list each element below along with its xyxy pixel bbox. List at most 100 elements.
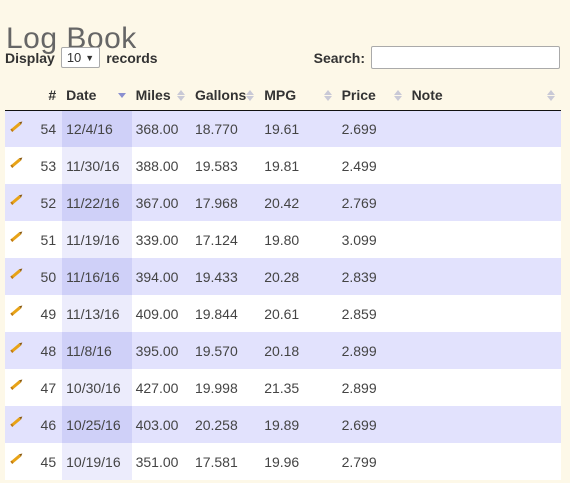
cell-price: 2.839 [337,258,408,295]
cell-price: 2.859 [337,295,408,332]
edit-cell [5,406,25,443]
display-label: Display [5,49,55,66]
column-header-date[interactable]: Date [62,81,132,111]
table-row: 52 11/22/16 367.00 17.968 20.42 2.769 [5,184,561,221]
column-header-label: Gallons [194,87,247,104]
search-input[interactable] [371,46,560,69]
column-header-gallons[interactable]: Gallons [190,81,261,111]
page-size-value: 10 [66,50,82,65]
cell-number: 54 [25,110,63,147]
cell-mpg: 19.61 [260,110,338,147]
cell-date: 11/8/16 [62,332,132,369]
pencil-icon[interactable] [9,266,25,280]
edit-cell [5,221,25,258]
cell-price: 2.799 [337,443,408,480]
sort-arrows-icon [393,90,402,101]
search-label: Search: [313,49,365,66]
cell-gallons: 17.968 [190,184,261,221]
chevron-down-icon: ▼ [85,52,95,63]
edit-cell [5,369,25,406]
column-header-note[interactable]: Note [407,81,561,111]
cell-mpg: 20.28 [260,258,338,295]
cell-date: 11/22/16 [62,184,132,221]
cell-gallons: 17.124 [190,221,261,258]
cell-mpg: 19.89 [260,406,338,443]
cell-note [407,147,561,184]
column-header-label: Date [66,87,97,104]
table-row: 47 10/30/16 427.00 19.998 21.35 2.899 [5,369,561,406]
cell-mpg: 21.35 [260,369,338,406]
cell-note [407,221,561,258]
pencil-icon[interactable] [9,377,25,391]
cell-gallons: 19.844 [190,295,261,332]
cell-miles: 395.00 [131,332,191,369]
page-size-control: Display 10 ▼ records [5,47,158,68]
table-row: 51 11/19/16 339.00 17.124 19.80 3.099 [5,221,561,258]
cell-date: 11/16/16 [62,258,132,295]
cell-miles: 403.00 [131,406,191,443]
pencil-icon[interactable] [9,414,25,428]
cell-mpg: 20.61 [260,295,338,332]
cell-mpg: 19.96 [260,443,338,480]
column-header-mpg[interactable]: MPG [260,81,338,111]
column-header-number[interactable]: # [25,81,63,111]
cell-miles: 409.00 [131,295,191,332]
cell-number: 53 [25,147,63,184]
edit-cell [5,184,25,221]
pencil-icon[interactable] [9,192,25,206]
table-row: 46 10/25/16 403.00 20.258 19.89 2.699 [5,406,561,443]
cell-number: 52 [25,184,63,221]
cell-miles: 368.00 [131,110,191,147]
pencil-icon[interactable] [9,229,25,243]
column-header-label: Price [341,87,376,104]
cell-gallons: 19.570 [190,332,261,369]
page-size-select[interactable]: 10 ▼ [60,47,101,68]
cell-date: 11/30/16 [62,147,132,184]
sort-arrows-icon [176,90,185,101]
cell-note [407,443,561,480]
column-header-miles[interactable]: Miles [131,81,191,111]
cell-number: 45 [25,443,63,480]
table-row: 48 11/8/16 395.00 19.570 20.18 2.899 [5,332,561,369]
cell-price: 2.699 [337,406,408,443]
cell-miles: 427.00 [131,369,191,406]
records-label: records [106,49,158,66]
cell-price: 2.699 [337,110,408,147]
table-row: 54 12/4/16 368.00 18.770 19.61 2.699 [5,110,561,147]
cell-mpg: 19.81 [260,147,338,184]
cell-note [407,258,561,295]
cell-date: 11/19/16 [62,221,132,258]
cell-note [407,406,561,443]
table-body: 54 12/4/16 368.00 18.770 19.61 2.699 53 11/30/1… [5,110,561,480]
header-edit-spacer [5,81,25,111]
column-header-price[interactable]: Price [337,81,408,111]
cell-miles: 367.00 [131,184,191,221]
cell-number: 51 [25,221,63,258]
cell-gallons: 19.998 [190,369,261,406]
cell-number: 48 [25,332,63,369]
table-header-row: # Date Miles Gallons MPG Price Note [5,81,561,111]
column-header-label: Miles [135,87,171,104]
cell-date: 10/30/16 [62,369,132,406]
pencil-icon[interactable] [9,155,25,169]
pencil-icon[interactable] [9,451,25,465]
cell-date: 11/13/16 [62,295,132,332]
pencil-icon[interactable] [9,303,25,317]
cell-note [407,110,561,147]
cell-note [407,184,561,221]
cell-date: 10/19/16 [62,443,132,480]
cell-price: 2.899 [337,332,408,369]
sort-arrows-icon [246,90,255,101]
cell-miles: 339.00 [131,221,191,258]
pencil-icon[interactable] [9,119,25,133]
cell-gallons: 18.770 [190,110,261,147]
cell-gallons: 17.581 [190,443,261,480]
sort-arrows-icon [323,90,332,101]
cell-miles: 394.00 [131,258,191,295]
table-row: 49 11/13/16 409.00 19.844 20.61 2.859 [5,295,561,332]
edit-cell [5,443,25,480]
cell-mpg: 20.42 [260,184,338,221]
cell-gallons: 19.583 [190,147,261,184]
cell-mpg: 20.18 [260,332,338,369]
pencil-icon[interactable] [9,340,25,354]
